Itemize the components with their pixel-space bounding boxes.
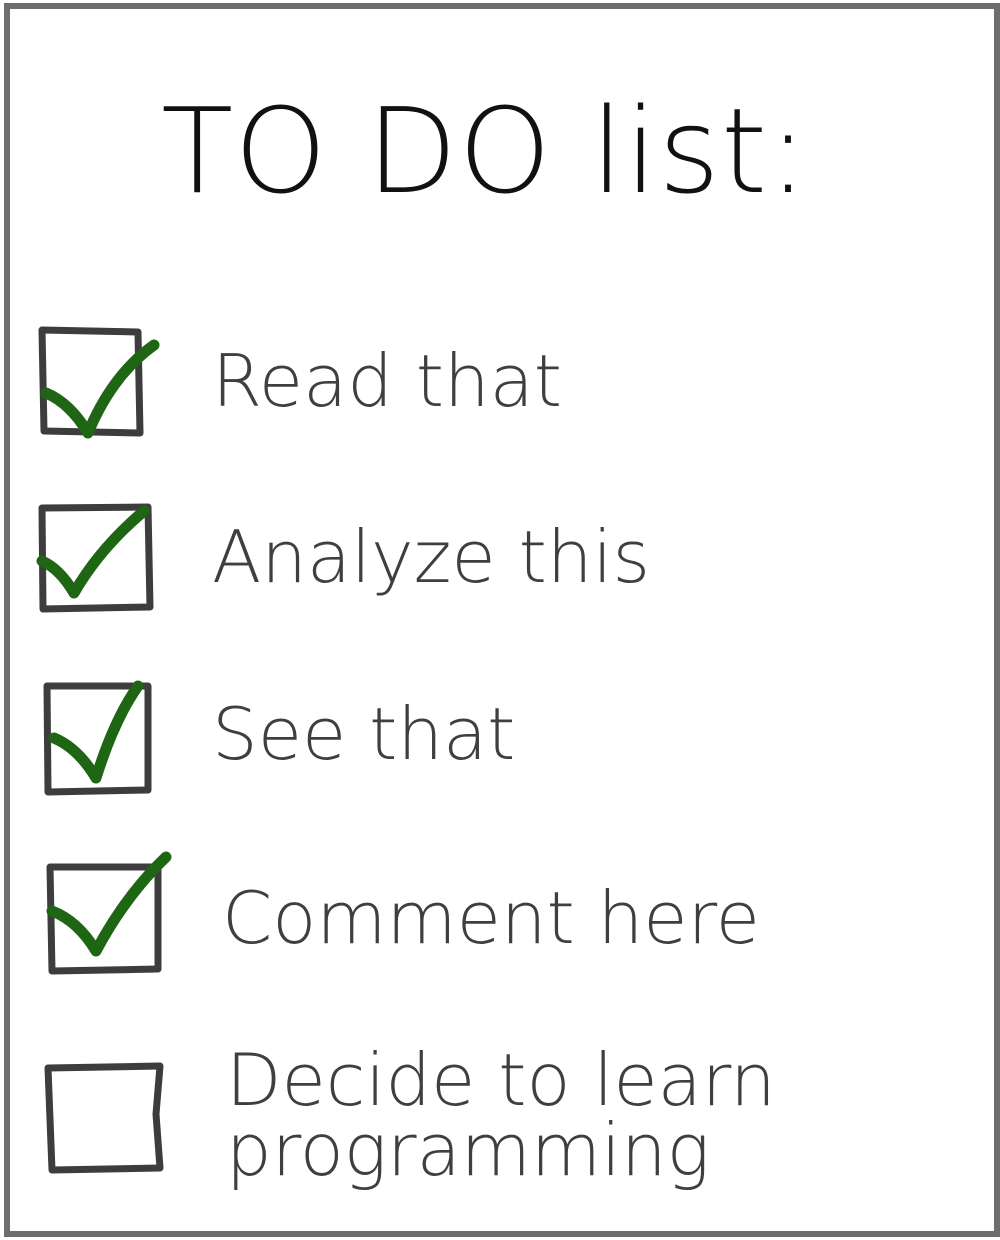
todo-item-label: Analyze this [212,515,650,599]
todo-item-label: See that [212,692,516,776]
checkbox[interactable] [30,680,160,800]
checkmark-icon [48,680,144,784]
todo-item-analyze-this[interactable]: Analyze this [30,503,960,623]
todo-item-label: Read that [212,339,563,423]
checkbox[interactable] [30,1058,164,1178]
todo-item-label: Comment here [222,876,760,960]
todo-item-decide-to-learn-programming[interactable]: Decide to learn programming [30,1044,960,1208]
todo-item-see-that[interactable]: See that [30,680,960,800]
checkmark-icon [36,505,150,599]
checkbox[interactable] [30,851,172,975]
checkbox[interactable] [30,503,160,623]
checkbox-icon [46,851,172,975]
empty-checkbox-icon [44,1062,164,1174]
checkbox-icon [43,680,152,796]
todo-item-comment-here[interactable]: Comment here [30,851,960,975]
checkbox-icon [36,503,154,613]
checkbox-icon [38,326,160,439]
page-title: TO DO list: [161,82,809,220]
checkmark-icon [46,851,172,957]
todo-item-read-that[interactable]: Read that [30,325,960,445]
checkbox[interactable] [30,325,160,445]
todo-item-label: Decide to learn programming [226,1038,776,1192]
